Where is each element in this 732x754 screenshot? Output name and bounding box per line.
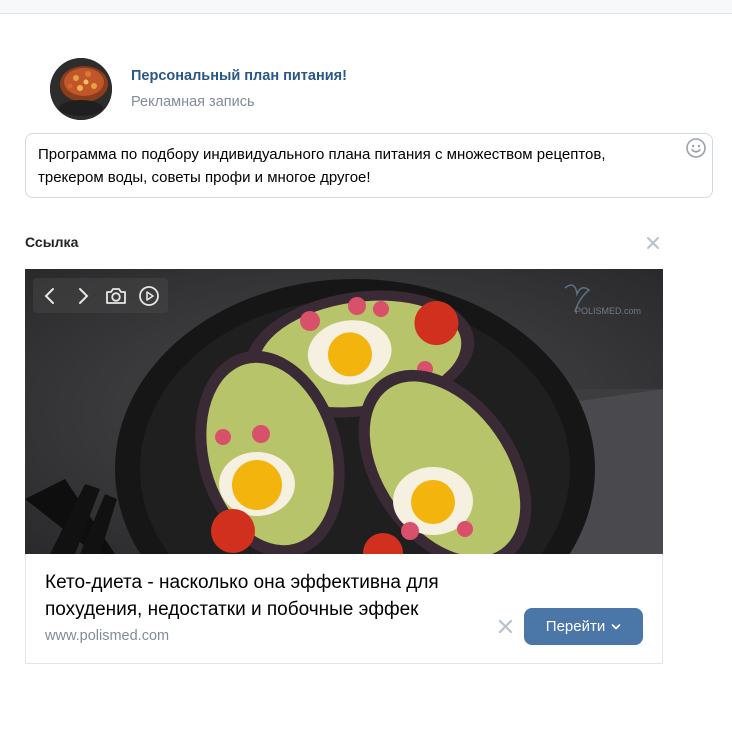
go-button[interactable]: Перейти <box>524 608 643 645</box>
close-icon[interactable] <box>645 235 661 251</box>
post-text[interactable]: Программа по подбору индивидуального пла… <box>38 146 606 186</box>
avatar[interactable] <box>50 58 112 120</box>
go-button-label: Перейти <box>545 618 606 635</box>
photo-toolbar <box>33 278 168 313</box>
link-section-label: Ссылка <box>25 234 79 250</box>
smile-icon[interactable] <box>685 137 707 159</box>
play-icon[interactable] <box>132 278 165 313</box>
camera-icon[interactable] <box>99 278 132 313</box>
chevron-down-icon <box>611 623 621 630</box>
top-bar <box>0 0 732 14</box>
link-card-url[interactable]: www.polismed.com <box>45 628 169 644</box>
post-subtitle: Рекламная запись <box>131 94 255 110</box>
chevron-right-icon[interactable] <box>66 278 99 313</box>
chevron-left-icon[interactable] <box>33 278 66 313</box>
post-text-field[interactable]: Программа по подбору индивидуального пла… <box>25 133 713 198</box>
link-card-title[interactable]: Кето-диета - насколько она эффективна дл… <box>45 569 485 623</box>
close-icon[interactable] <box>497 618 514 635</box>
photo-watermark: POLISMED.com <box>555 280 655 320</box>
post-title[interactable]: Персональный план питания! <box>131 68 347 84</box>
svg-text:POLISMED.com: POLISMED.com <box>575 306 641 316</box>
